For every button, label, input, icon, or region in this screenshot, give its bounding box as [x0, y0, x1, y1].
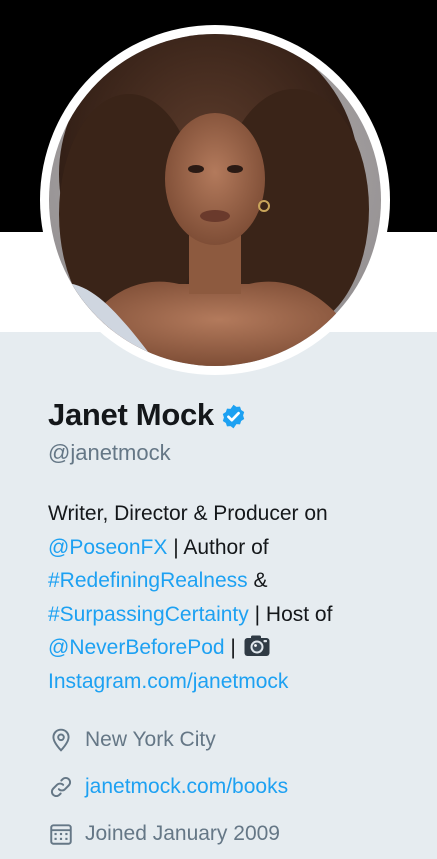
profile-info: Janet Mock @janetmock Writer, Director &… — [48, 396, 418, 857]
mention-link-neverbeforepod[interactable]: @NeverBeforePod — [48, 636, 225, 659]
instagram-link[interactable]: Instagram.com/janetmock — [48, 670, 288, 693]
verified-badge-icon — [222, 404, 245, 428]
hashtag-link-redefiningrealness[interactable]: #RedefiningRealness — [48, 569, 248, 592]
avatar[interactable] — [49, 34, 381, 366]
mention-link-poseonfx[interactable]: @PoseonFX — [48, 536, 167, 559]
hashtag-link-surpassingcertainty[interactable]: #SurpassingCertainty — [48, 603, 249, 626]
bio-text: Writer, Director & Producer on — [48, 502, 328, 525]
link-icon — [50, 776, 72, 797]
location-row: New York City — [48, 716, 418, 763]
location-text: New York City — [85, 727, 216, 751]
joined-row: Joined January 2009 — [48, 810, 418, 857]
bio-text: | Host of — [248, 602, 333, 626]
camera-emoji-icon — [244, 635, 270, 656]
name-row: Janet Mock — [48, 396, 418, 434]
bio-text: | — [224, 636, 242, 659]
screen-name: @janetmock — [48, 440, 171, 465]
display-name: Janet Mock — [48, 397, 214, 432]
joined-date: Joined January 2009 — [85, 821, 280, 845]
website-row: janetmock.com/books — [48, 763, 418, 810]
bio: Writer, Director & Producer on @PoseonFX… — [48, 497, 418, 698]
bio-text: | Author of — [167, 535, 269, 559]
bio-text: & — [247, 569, 268, 592]
profile-meta: New York City janetmock.com/books Joined… — [48, 716, 418, 857]
location-pin-icon — [52, 728, 70, 752]
avatar-image — [49, 34, 381, 366]
website-link[interactable]: janetmock.com/books — [85, 775, 288, 799]
calendar-icon — [50, 823, 72, 845]
